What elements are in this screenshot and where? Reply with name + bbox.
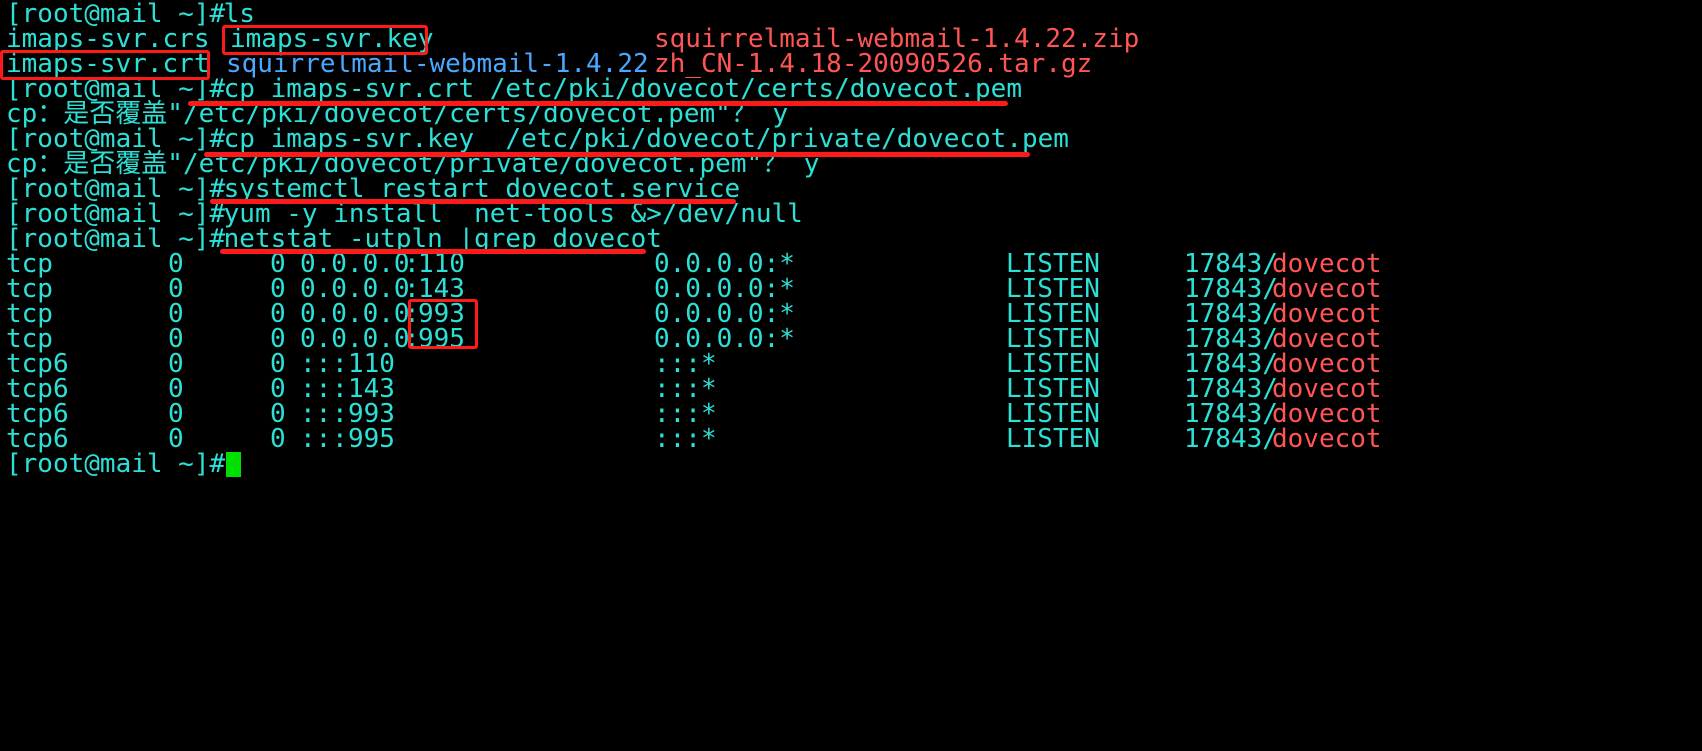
underline-netstat-command bbox=[220, 249, 646, 254]
state-cell: LISTEN bbox=[1006, 424, 1100, 454]
local-port-cell: 995 bbox=[348, 424, 395, 454]
local-addr-separator: : bbox=[332, 424, 348, 454]
underline-cp-crt-command bbox=[188, 101, 1008, 106]
highlight-box-imaps-key bbox=[222, 25, 428, 55]
local-address-cell: :: bbox=[300, 424, 332, 454]
pid-cell: 17843/ bbox=[1184, 424, 1278, 454]
highlight-box-ssl-ports bbox=[408, 299, 478, 349]
underline-cp-key-command bbox=[204, 152, 1030, 157]
terminal-line: [root@mail ~]# bbox=[6, 451, 241, 478]
shell-prompt: [root@mail ~]# bbox=[6, 449, 226, 479]
highlight-box-imaps-crt bbox=[0, 50, 210, 80]
underline-restart-command bbox=[210, 199, 736, 204]
terminal-cursor[interactable] bbox=[226, 452, 241, 477]
program-name-cell: dovecot bbox=[1272, 424, 1382, 454]
sendq-cell: 0 bbox=[270, 424, 286, 454]
foreign-address-cell: :::* bbox=[654, 424, 717, 454]
terminal-window[interactable]: [root@mail ~]# ls imaps-svr.crs imaps-sv… bbox=[0, 0, 1702, 535]
